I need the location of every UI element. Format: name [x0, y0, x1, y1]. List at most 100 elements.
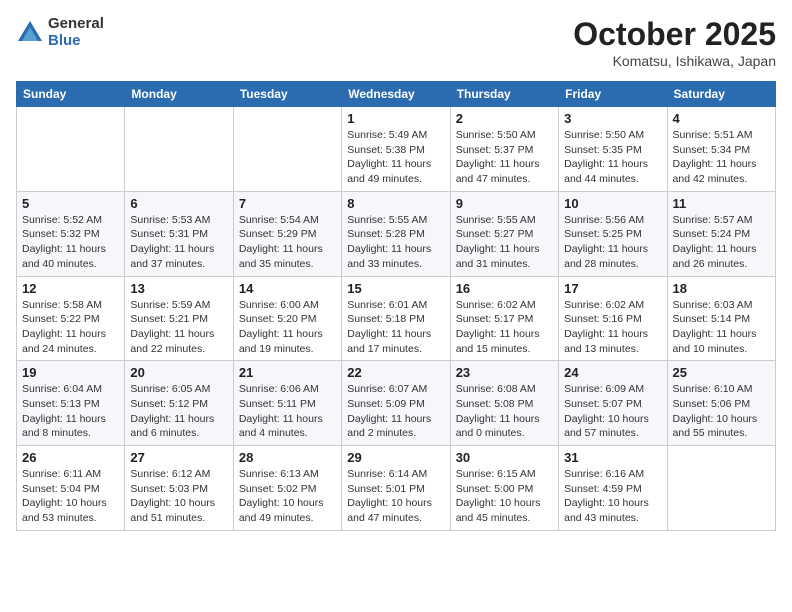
calendar-cell: 16Sunrise: 6:02 AM Sunset: 5:17 PM Dayli…	[450, 276, 558, 361]
day-info: Sunrise: 5:58 AM Sunset: 5:22 PM Dayligh…	[22, 298, 119, 357]
calendar-table: SundayMondayTuesdayWednesdayThursdayFrid…	[16, 81, 776, 531]
day-info: Sunrise: 5:55 AM Sunset: 5:27 PM Dayligh…	[456, 213, 553, 272]
day-number: 27	[130, 450, 227, 465]
day-info: Sunrise: 6:12 AM Sunset: 5:03 PM Dayligh…	[130, 467, 227, 526]
calendar-cell: 9 Sunrise: 5:55 AM Sunset: 5:27 PM Daylig…	[450, 191, 558, 276]
calendar-week-4: 19Sunrise: 6:04 AM Sunset: 5:13 PM Dayli…	[17, 361, 776, 446]
calendar-cell: 30Sunrise: 6:15 AM Sunset: 5:00 PM Dayli…	[450, 446, 558, 531]
logo: General Blue	[16, 16, 104, 49]
weekday-header-friday: Friday	[559, 82, 667, 107]
calendar-cell: 10Sunrise: 5:56 AM Sunset: 5:25 PM Dayli…	[559, 191, 667, 276]
day-info: Sunrise: 6:15 AM Sunset: 5:00 PM Dayligh…	[456, 467, 553, 526]
day-info: Sunrise: 5:52 AM Sunset: 5:32 PM Dayligh…	[22, 213, 119, 272]
day-number: 7	[239, 196, 336, 211]
calendar-cell: 25 Sunrise: 6:10 AM Sunset: 5:06 PM Dayli…	[667, 361, 775, 446]
day-info: Sunrise: 6:14 AM Sunset: 5:01 PM Dayligh…	[347, 467, 444, 526]
day-number: 12	[22, 281, 119, 296]
calendar-cell: 14 Sunrise: 6:00 AM Sunset: 5:20 PM Dayli…	[233, 276, 341, 361]
day-number: 5	[22, 196, 119, 211]
day-number: 20	[130, 365, 227, 380]
weekday-header-thursday: Thursday	[450, 82, 558, 107]
calendar-cell: 13 Sunrise: 5:59 AM Sunset: 5:21 PM Dayli…	[125, 276, 233, 361]
day-number: 3	[564, 111, 661, 126]
day-number: 2	[456, 111, 553, 126]
calendar-cell: 6 Sunrise: 5:53 AM Sunset: 5:31 PM Daylig…	[125, 191, 233, 276]
day-info: Sunrise: 5:50 AM Sunset: 5:35 PM Dayligh…	[564, 128, 661, 187]
weekday-header-row: SundayMondayTuesdayWednesdayThursdayFrid…	[17, 82, 776, 107]
calendar-cell: 7 Sunrise: 5:54 AM Sunset: 5:29 PM Daylig…	[233, 191, 341, 276]
day-number: 29	[347, 450, 444, 465]
logo-icon	[16, 19, 44, 47]
calendar-cell: 5 Sunrise: 5:52 AM Sunset: 5:32 PM Daylig…	[17, 191, 125, 276]
calendar-cell: 4 Sunrise: 5:51 AM Sunset: 5:34 PM Daylig…	[667, 107, 775, 192]
day-info: Sunrise: 5:59 AM Sunset: 5:21 PM Dayligh…	[130, 298, 227, 357]
calendar-week-1: 1Sunrise: 5:49 AM Sunset: 5:38 PM Daylig…	[17, 107, 776, 192]
calendar-cell: 12 Sunrise: 5:58 AM Sunset: 5:22 PM Dayli…	[17, 276, 125, 361]
day-info: Sunrise: 5:51 AM Sunset: 5:34 PM Dayligh…	[673, 128, 770, 187]
calendar-cell: 26 Sunrise: 6:11 AM Sunset: 5:04 PM Dayli…	[17, 446, 125, 531]
calendar-cell: 22Sunrise: 6:07 AM Sunset: 5:09 PM Dayli…	[342, 361, 450, 446]
day-info: Sunrise: 6:08 AM Sunset: 5:08 PM Dayligh…	[456, 382, 553, 441]
day-number: 21	[239, 365, 336, 380]
day-number: 13	[130, 281, 227, 296]
weekday-header-monday: Monday	[125, 82, 233, 107]
day-number: 15	[347, 281, 444, 296]
calendar-cell: 19Sunrise: 6:04 AM Sunset: 5:13 PM Dayli…	[17, 361, 125, 446]
calendar-cell: 18 Sunrise: 6:03 AM Sunset: 5:14 PM Dayli…	[667, 276, 775, 361]
day-info: Sunrise: 6:10 AM Sunset: 5:06 PM Dayligh…	[673, 382, 770, 441]
day-number: 6	[130, 196, 227, 211]
day-info: Sunrise: 6:02 AM Sunset: 5:16 PM Dayligh…	[564, 298, 661, 357]
title-block: October 2025 Komatsu, Ishikawa, Japan	[573, 16, 776, 69]
day-info: Sunrise: 6:05 AM Sunset: 5:12 PM Dayligh…	[130, 382, 227, 441]
day-number: 4	[673, 111, 770, 126]
day-number: 25	[673, 365, 770, 380]
day-number: 18	[673, 281, 770, 296]
calendar-cell: 24Sunrise: 6:09 AM Sunset: 5:07 PM Dayli…	[559, 361, 667, 446]
weekday-header-wednesday: Wednesday	[342, 82, 450, 107]
day-info: Sunrise: 6:06 AM Sunset: 5:11 PM Dayligh…	[239, 382, 336, 441]
day-number: 26	[22, 450, 119, 465]
day-info: Sunrise: 6:16 AM Sunset: 4:59 PM Dayligh…	[564, 467, 661, 526]
day-info: Sunrise: 5:50 AM Sunset: 5:37 PM Dayligh…	[456, 128, 553, 187]
calendar-cell: 31 Sunrise: 6:16 AM Sunset: 4:59 PM Dayli…	[559, 446, 667, 531]
day-info: Sunrise: 6:01 AM Sunset: 5:18 PM Dayligh…	[347, 298, 444, 357]
calendar-week-2: 5 Sunrise: 5:52 AM Sunset: 5:32 PM Daylig…	[17, 191, 776, 276]
calendar-cell	[233, 107, 341, 192]
day-number: 17	[564, 281, 661, 296]
weekday-header-sunday: Sunday	[17, 82, 125, 107]
calendar-cell: 11Sunrise: 5:57 AM Sunset: 5:24 PM Dayli…	[667, 191, 775, 276]
logo-blue: Blue	[48, 33, 104, 50]
calendar-cell: 1Sunrise: 5:49 AM Sunset: 5:38 PM Daylig…	[342, 107, 450, 192]
calendar-cell: 27 Sunrise: 6:12 AM Sunset: 5:03 PM Dayli…	[125, 446, 233, 531]
day-number: 28	[239, 450, 336, 465]
calendar-cell	[125, 107, 233, 192]
day-info: Sunrise: 5:49 AM Sunset: 5:38 PM Dayligh…	[347, 128, 444, 187]
day-info: Sunrise: 6:03 AM Sunset: 5:14 PM Dayligh…	[673, 298, 770, 357]
calendar-cell: 28 Sunrise: 6:13 AM Sunset: 5:02 PM Dayli…	[233, 446, 341, 531]
calendar-week-5: 26 Sunrise: 6:11 AM Sunset: 5:04 PM Dayli…	[17, 446, 776, 531]
day-number: 23	[456, 365, 553, 380]
day-info: Sunrise: 5:56 AM Sunset: 5:25 PM Dayligh…	[564, 213, 661, 272]
day-info: Sunrise: 6:13 AM Sunset: 5:02 PM Dayligh…	[239, 467, 336, 526]
day-number: 22	[347, 365, 444, 380]
day-info: Sunrise: 6:09 AM Sunset: 5:07 PM Dayligh…	[564, 382, 661, 441]
day-info: Sunrise: 5:54 AM Sunset: 5:29 PM Dayligh…	[239, 213, 336, 272]
day-number: 14	[239, 281, 336, 296]
day-number: 19	[22, 365, 119, 380]
day-info: Sunrise: 5:57 AM Sunset: 5:24 PM Dayligh…	[673, 213, 770, 272]
weekday-header-saturday: Saturday	[667, 82, 775, 107]
calendar-cell: 23 Sunrise: 6:08 AM Sunset: 5:08 PM Dayli…	[450, 361, 558, 446]
day-info: Sunrise: 5:53 AM Sunset: 5:31 PM Dayligh…	[130, 213, 227, 272]
day-info: Sunrise: 6:02 AM Sunset: 5:17 PM Dayligh…	[456, 298, 553, 357]
logo-text: General Blue	[48, 16, 104, 49]
calendar-cell: 2 Sunrise: 5:50 AM Sunset: 5:37 PM Daylig…	[450, 107, 558, 192]
calendar-cell	[667, 446, 775, 531]
day-number: 31	[564, 450, 661, 465]
day-info: Sunrise: 5:55 AM Sunset: 5:28 PM Dayligh…	[347, 213, 444, 272]
calendar-cell: 3 Sunrise: 5:50 AM Sunset: 5:35 PM Daylig…	[559, 107, 667, 192]
month-title: October 2025	[573, 16, 776, 53]
calendar-cell	[17, 107, 125, 192]
day-info: Sunrise: 6:00 AM Sunset: 5:20 PM Dayligh…	[239, 298, 336, 357]
day-info: Sunrise: 6:11 AM Sunset: 5:04 PM Dayligh…	[22, 467, 119, 526]
day-number: 9	[456, 196, 553, 211]
